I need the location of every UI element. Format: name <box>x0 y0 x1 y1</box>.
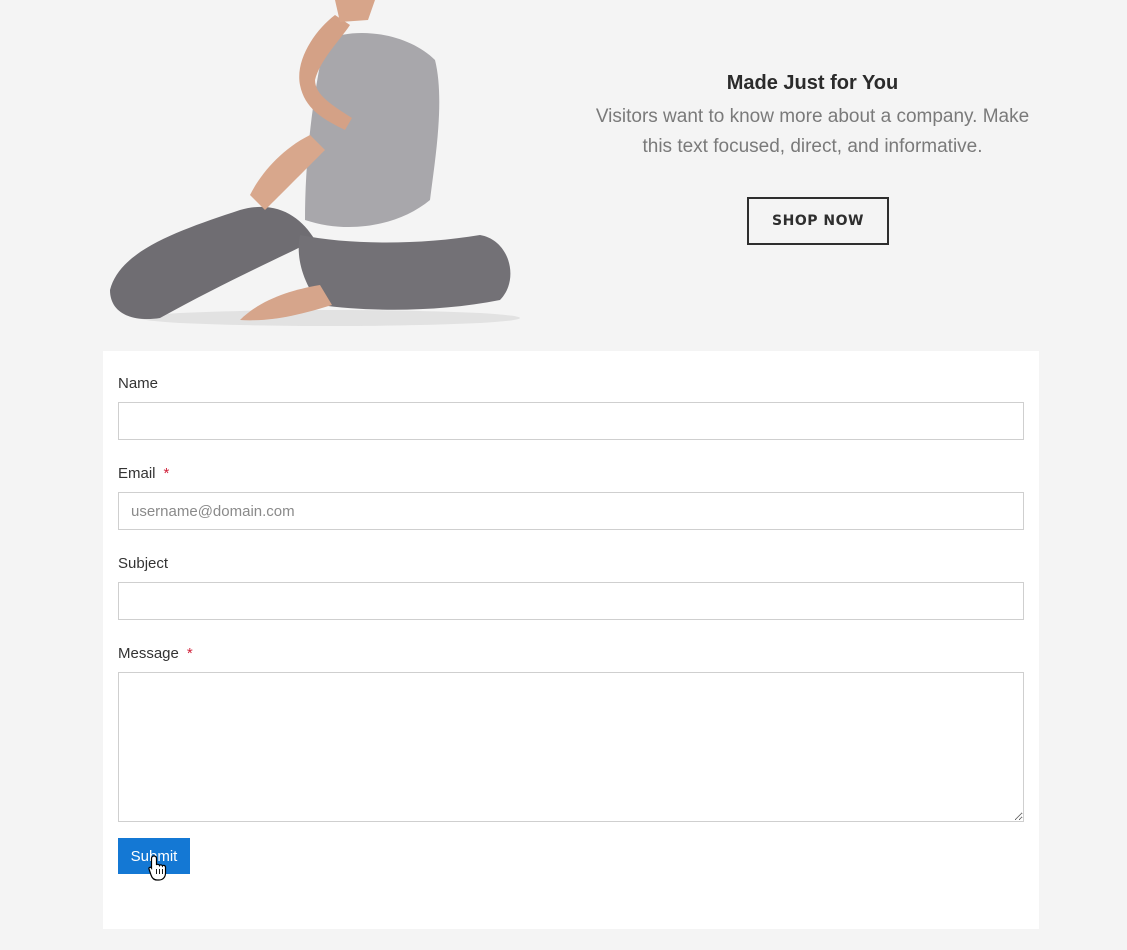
hero-title: Made Just for You <box>726 72 899 94</box>
hero-section: Made Just for You Visitors want to know … <box>0 0 1127 340</box>
shop-now-button[interactable]: SHOP NOW <box>747 197 889 245</box>
name-label: Name <box>118 375 158 392</box>
message-label-text: Message <box>118 645 179 662</box>
name-field[interactable] <box>118 402 1024 440</box>
subject-label-text: Subject <box>118 555 169 572</box>
hero-yoga-image <box>110 0 520 326</box>
email-label-text: Email <box>118 465 156 482</box>
message-required-mark: * <box>186 645 193 662</box>
hero-text-block: Made Just for You Visitors want to know … <box>585 66 1040 162</box>
contact-form: Name Email * Subject Message * Submit <box>103 351 1039 929</box>
message-label: Message * <box>118 645 193 662</box>
subject-field[interactable] <box>118 582 1024 620</box>
email-required-mark: * <box>163 465 170 482</box>
subject-label: Subject <box>118 555 168 572</box>
message-field[interactable] <box>118 672 1024 822</box>
name-label-text: Name <box>118 375 159 392</box>
submit-button[interactable]: Submit <box>118 838 190 874</box>
email-label: Email * <box>118 465 169 482</box>
hero-description: Visitors want to know more about a compa… <box>595 106 1030 157</box>
email-field[interactable] <box>118 492 1024 530</box>
